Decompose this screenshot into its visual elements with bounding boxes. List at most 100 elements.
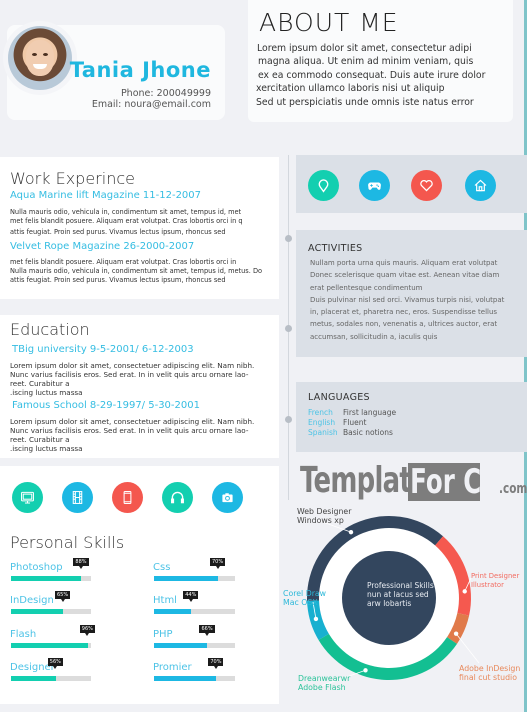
language-level: Fluent bbox=[343, 418, 367, 427]
heart-icon bbox=[411, 170, 442, 201]
about-card: ABOUT ME Lorem ipsum dolor sit amet, con… bbox=[248, 0, 513, 122]
skill-name: Html bbox=[153, 595, 177, 606]
text-line: Nulla mauris odio, vehicula in, condimen… bbox=[10, 208, 242, 216]
contact-info: Phone: 200049999 Email: noura@email.com bbox=[92, 88, 211, 110]
watermark-text: Templates bbox=[300, 460, 443, 501]
skill-percent-tooltip: 70% bbox=[208, 658, 224, 669]
donut-center-text: arw lobartis bbox=[367, 599, 411, 608]
about-text: Lorem ipsum dolor sit amet, consectetur … bbox=[256, 42, 517, 109]
skill-percent-tooltip: 44% bbox=[183, 591, 199, 602]
donut-label: Mac OSX bbox=[283, 598, 318, 607]
skill-percent-tooltip: 66% bbox=[199, 625, 215, 636]
personal-skills-title: Personal Skills bbox=[10, 533, 125, 552]
text-line: Duis pulvinar nisl sed orci. Vivamus tur… bbox=[310, 295, 505, 304]
avatar bbox=[8, 26, 72, 90]
skill-name: Promier bbox=[153, 662, 192, 673]
profile-card: Tania Jhone Phone: 200049999 Email: nour… bbox=[3, 21, 225, 120]
donut-marker-dot bbox=[363, 668, 368, 673]
skill-bar-track bbox=[11, 609, 91, 614]
skill-bar-fill bbox=[154, 643, 208, 648]
monitor-icon bbox=[12, 482, 43, 513]
donut-leader-line bbox=[455, 633, 480, 664]
phone: Phone: 200049999 bbox=[120, 88, 211, 99]
skill-bar-fill bbox=[11, 643, 88, 648]
donut-label: Adobe InDesign bbox=[459, 664, 520, 673]
language-name: English bbox=[308, 418, 336, 427]
activities-text: Nullam porta urna quis mauris. Aliquam e… bbox=[310, 257, 515, 343]
donut-label: Web Designer bbox=[297, 507, 352, 516]
skill-bar-track bbox=[11, 676, 91, 681]
skill-bar-fill bbox=[11, 609, 63, 614]
timeline-dot bbox=[285, 235, 292, 242]
text-line: attis feugiat. Proin sed purus. Vivamus … bbox=[10, 228, 226, 236]
about-title: ABOUT ME bbox=[259, 8, 399, 37]
text-line: Nullam porta urna quis mauris. Aliquam e… bbox=[310, 259, 498, 267]
watermark-logo: Templates For CV .com bbox=[300, 455, 527, 501]
donut-label: Corel Draw bbox=[283, 589, 327, 598]
language-item: French First language bbox=[308, 408, 396, 418]
skill-bar-fill bbox=[154, 609, 192, 614]
gamepad-icon bbox=[359, 170, 390, 201]
hobbies-card bbox=[296, 155, 527, 213]
skill-name: Photoshop bbox=[10, 562, 63, 573]
text-line: reet. Curabitur a bbox=[10, 435, 70, 444]
job-title: Velvet Rope Magazine 26-2000-2007 bbox=[10, 241, 195, 252]
skill-bar-track bbox=[154, 609, 235, 614]
about-line: ex ea commodo consequat. Duis aute irure… bbox=[258, 69, 486, 81]
about-line: Lorem ipsum dolor sit amet, consectetur … bbox=[257, 43, 472, 54]
text-line: Nunc varius facilisis eros. Sed erat. In… bbox=[10, 370, 249, 379]
camera-icon bbox=[212, 482, 243, 513]
skill-name: PHP bbox=[153, 629, 173, 640]
school-description: Lorem ipsum dolor sit amet, consectetuer… bbox=[10, 417, 272, 453]
skill-percent-tooltip: 70% bbox=[209, 558, 226, 569]
language-item: English Fluent bbox=[308, 418, 366, 428]
timeline-dot bbox=[285, 325, 292, 332]
text-line: Nunc varius facilisis eros. Sed erat. In… bbox=[10, 426, 249, 435]
text-line: Nulla mauris odio, vehicula in, condimen… bbox=[10, 267, 263, 275]
donut-marker-dot bbox=[348, 529, 354, 535]
text-line: in, placerat et, pharetra nec, eros. Sus… bbox=[310, 308, 498, 317]
donut-label: Adobe Flash bbox=[298, 683, 346, 692]
text-line: met felis blandit posuere. Aliquam erat … bbox=[10, 258, 237, 266]
skill-percent-tooltip: 96% bbox=[79, 625, 95, 636]
skill-percent-tooltip: 88% bbox=[73, 558, 89, 569]
languages-card: LANGUAGES French First language English Fl… bbox=[296, 382, 527, 452]
skill-bar-track bbox=[154, 576, 235, 581]
activities-title: ACTIVITIES bbox=[308, 243, 363, 254]
skill-percent-tooltip: 56% bbox=[47, 658, 63, 669]
donut-label: Print Designer bbox=[471, 572, 519, 580]
skill-bar-track bbox=[154, 643, 235, 648]
headphones-icon bbox=[162, 482, 193, 513]
text-line: Lorem ipsum dolor sit amet, consectetuer… bbox=[10, 361, 255, 370]
about-line: magna aliqua. Ut enim ad minim veniam, q… bbox=[258, 56, 474, 68]
donut-center-text: nun at lacus sed bbox=[367, 590, 429, 599]
donut-label: Illustrator bbox=[471, 581, 504, 589]
skill-percent-tooltip: 65% bbox=[55, 591, 71, 602]
job-title: Aqua Marine lift Magazine 11-12-2007 bbox=[10, 190, 202, 201]
skill-bar-fill bbox=[11, 676, 56, 681]
language-name: Spanish bbox=[308, 428, 338, 437]
donut-label: Windows xp bbox=[297, 516, 344, 525]
language-item: Spanish Basic notions bbox=[308, 428, 393, 438]
school-description: Lorem ipsum dolor sit amet, consectetuer… bbox=[10, 361, 272, 397]
languages-title: LANGUAGES bbox=[308, 392, 370, 403]
language-level: Basic notions bbox=[343, 428, 393, 437]
activities-card: ACTIVITIES Nullam porta urna quis mauris… bbox=[296, 230, 527, 357]
film-icon bbox=[62, 482, 93, 513]
work-experience-card: Work Experince Aqua Marine lift Magazine… bbox=[0, 157, 279, 299]
skill-name: InDesign bbox=[10, 595, 54, 606]
language-name: French bbox=[308, 408, 333, 417]
about-line: xercitation ullamco laboris nisi ut aliq… bbox=[256, 83, 445, 95]
text-line: attis feugiat. Proin sed purus. Vivamus … bbox=[10, 276, 226, 284]
avatar-ring bbox=[3, 21, 77, 95]
about-line: Sed ut perspiciatis unde omnis iste natu… bbox=[256, 96, 474, 108]
donut-label: Dreanwearwr bbox=[298, 674, 351, 683]
text-line: met felis blandit posuere. Aliquam erat … bbox=[10, 217, 243, 225]
skill-bar-track bbox=[154, 676, 235, 681]
map-pin-icon bbox=[308, 170, 339, 201]
timeline-dot bbox=[285, 416, 292, 423]
email[interactable]: Email: noura@email.com bbox=[92, 99, 211, 110]
home-icon bbox=[465, 170, 496, 201]
donut-marker-dot bbox=[313, 616, 319, 622]
professional-skills-donut: Professional Skillsnun at lacus sedarw l… bbox=[283, 507, 520, 692]
